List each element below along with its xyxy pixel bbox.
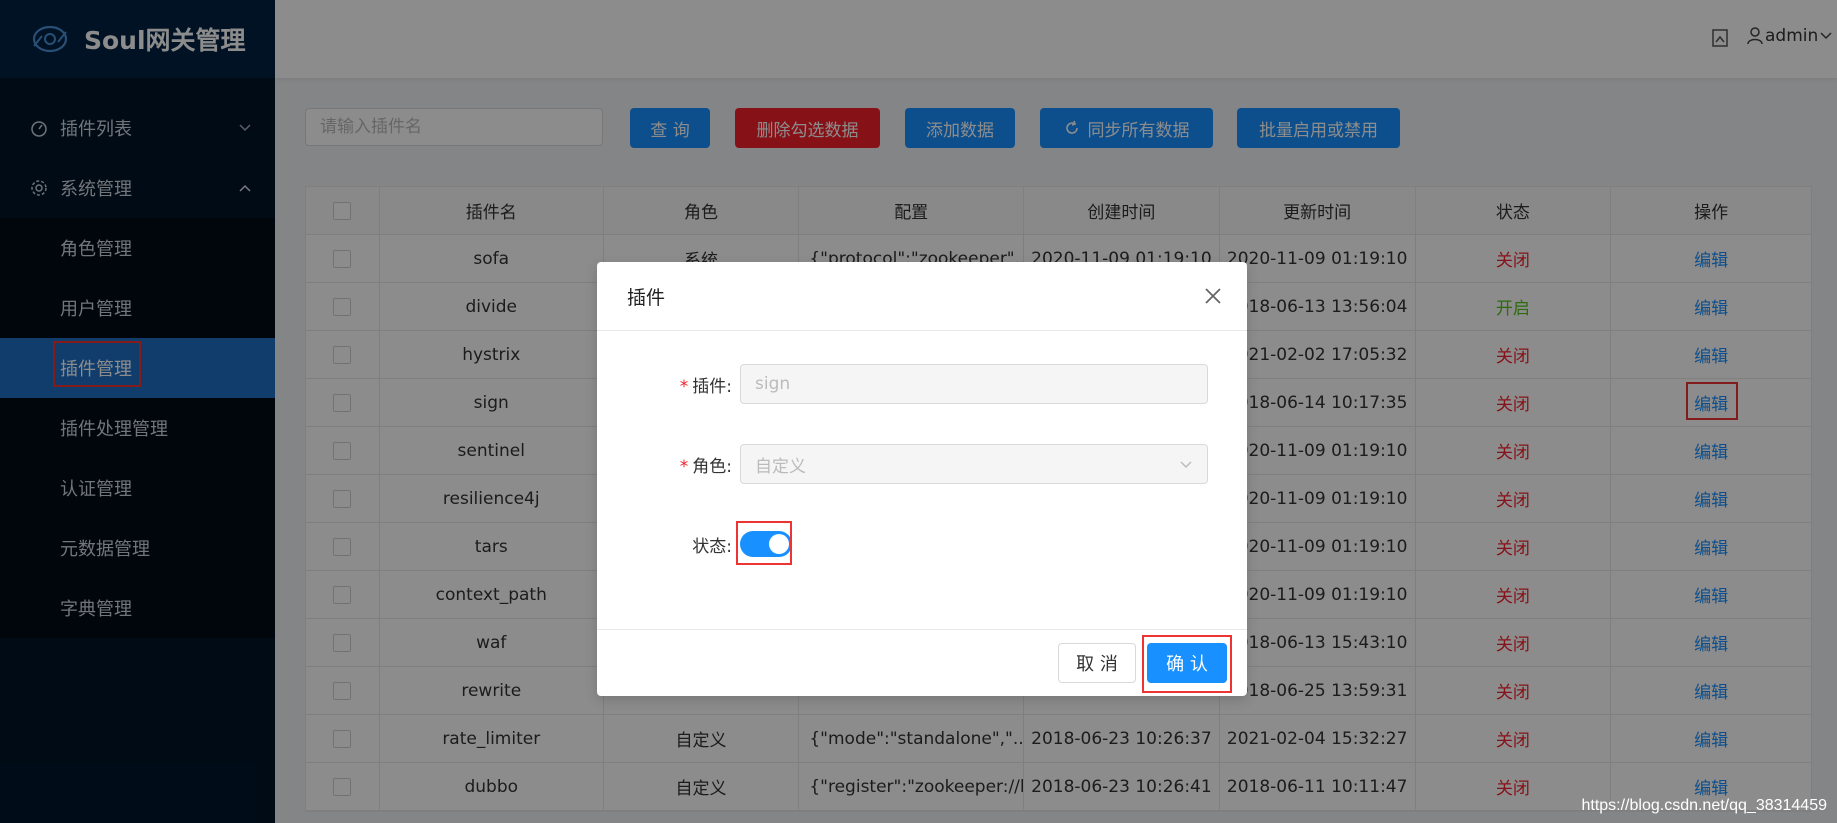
required-mark: *: [679, 376, 689, 397]
plugin-name-value: sign: [755, 374, 791, 394]
form-row-plugin: * 插件: sign: [597, 364, 1208, 404]
close-icon[interactable]: [1201, 284, 1225, 308]
highlight-box: [736, 521, 792, 565]
status-field-label: 状态:: [597, 532, 740, 557]
role-label-text: 角色:: [692, 456, 732, 477]
plugin-field-label: * 插件:: [597, 372, 740, 397]
highlight-box: [1142, 635, 1232, 693]
chevron-down-icon: [1180, 461, 1192, 469]
status-label-text: 状态:: [692, 536, 732, 557]
required-mark: *: [679, 456, 689, 477]
plugin-name-input[interactable]: sign: [740, 364, 1208, 404]
role-field-label: * 角色:: [597, 452, 740, 477]
watermark: https://blog.csdn.net/qq_38314459: [1581, 797, 1827, 814]
role-select[interactable]: 自定义: [740, 444, 1208, 484]
modal-header: 插件: [597, 262, 1247, 331]
status-switch-wrap: [736, 521, 792, 565]
plugin-modal: 插件 * 插件: sign * 角色: 自定义 状态: 取 消 确 认: [597, 262, 1247, 696]
modal-title: 插件: [627, 286, 666, 309]
plugin-label-text: 插件:: [692, 376, 732, 397]
cancel-button[interactable]: 取 消: [1058, 643, 1136, 683]
modal-footer: 取 消 确 认: [597, 629, 1247, 696]
form-row-status: 状态:: [597, 521, 792, 565]
role-select-value: 自定义: [755, 456, 806, 477]
form-row-role: * 角色: 自定义: [597, 444, 1208, 484]
